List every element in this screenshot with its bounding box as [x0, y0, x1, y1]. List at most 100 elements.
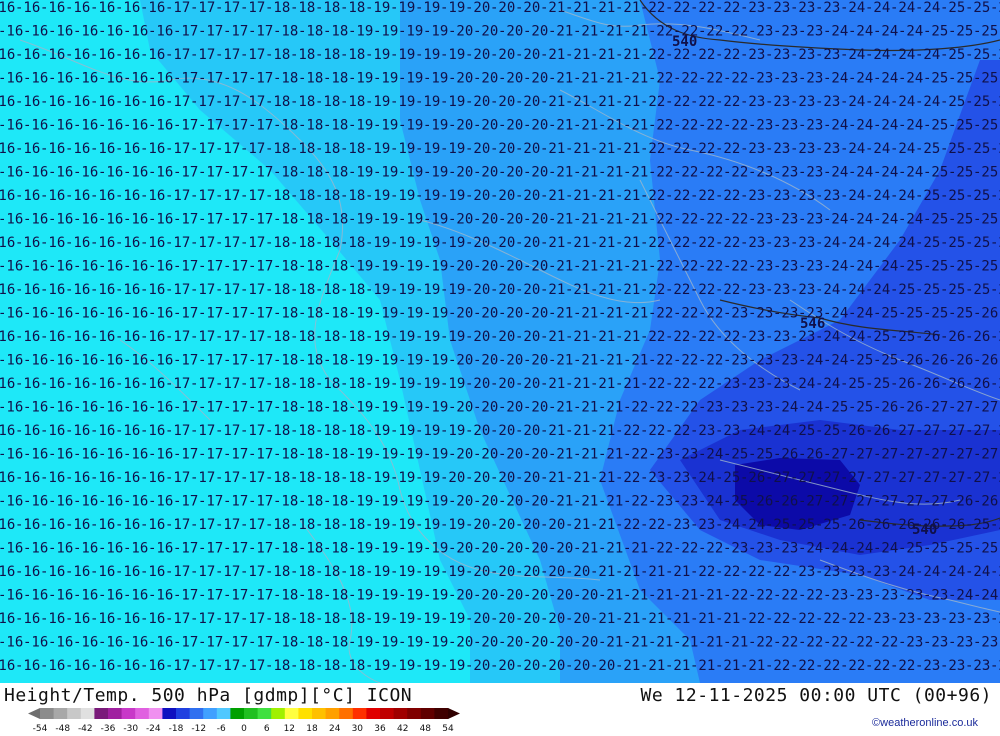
temperature-label: -22: [698, 165, 723, 181]
temperature-label: -23: [665, 517, 690, 533]
temperature-label: -23: [748, 118, 773, 134]
temperature-label: -16: [98, 24, 123, 40]
temperature-label: -18: [340, 658, 365, 674]
temperature-label: -22: [640, 517, 665, 533]
temperature-label: -25: [915, 282, 940, 298]
temperature-label: -22: [698, 541, 723, 557]
temperature-label: -18: [273, 259, 298, 275]
temperature-label: -23: [815, 47, 840, 63]
temperature-label: -23: [823, 588, 848, 604]
temperature-label: -20: [465, 282, 490, 298]
temperature-label: -22: [665, 0, 690, 16]
temperature-label: -16: [40, 376, 65, 392]
temperature-label: -21: [548, 400, 573, 416]
temperature-label: -17: [173, 118, 198, 134]
temperature-label: -21: [565, 329, 590, 345]
temperature-label: -20: [465, 235, 490, 251]
temperature-label: -16: [40, 423, 65, 439]
temperature-label: -19: [390, 376, 415, 392]
temperature-label: -17: [240, 376, 265, 392]
temperature-label: -19: [390, 470, 415, 486]
temperature-label: -16: [90, 376, 115, 392]
temperature-label: -16: [98, 494, 123, 510]
temperature-label: -22: [765, 611, 790, 627]
temperature-label: -16: [15, 470, 40, 486]
temperature-label: -21: [540, 282, 565, 298]
temperature-label: -16: [23, 400, 48, 416]
temperature-label: -23: [740, 235, 765, 251]
temperature-label: -25: [948, 71, 973, 87]
temperature-label: -26: [740, 470, 765, 486]
temperature-label: -21: [573, 24, 598, 40]
temperature-label: -23: [765, 94, 790, 110]
temperature-label: -16: [73, 71, 98, 87]
temperature-label: -24: [815, 282, 840, 298]
temperature-label: -23: [765, 282, 790, 298]
temperature-label: -18: [340, 376, 365, 392]
temperature-label: -20: [473, 71, 498, 87]
temperature-label: -16: [115, 235, 140, 251]
temperature-label: -16: [73, 165, 98, 181]
temperature-label: -22: [673, 353, 698, 369]
temperature-label: -23: [748, 306, 773, 322]
temperature-label: -26: [915, 329, 940, 345]
temperature-label: -17: [240, 141, 265, 157]
temperature-label: -21: [673, 635, 698, 651]
temperature-label: -16: [0, 282, 15, 298]
temperature-label: -16: [0, 329, 15, 345]
temperature-label: -23: [965, 611, 990, 627]
temperature-label: -17: [165, 423, 190, 439]
temperature-label: -20: [490, 188, 515, 204]
temperature-label: -22: [665, 423, 690, 439]
temperature-label: -17: [190, 282, 215, 298]
temperature-label: -19: [348, 24, 373, 40]
temperature-label: -20: [515, 188, 540, 204]
temperature-label: -20: [498, 494, 523, 510]
temperature-label: -16: [40, 235, 65, 251]
temperature-label: -27: [865, 470, 890, 486]
copyright-link[interactable]: ©weatheronline.co.uk: [872, 717, 978, 729]
temperature-label: -18: [273, 494, 298, 510]
scale-tick-label: 12: [284, 724, 295, 732]
temperature-label: -27: [873, 447, 898, 463]
temperature-label: -16: [73, 635, 98, 651]
scale-swatch: [40, 708, 55, 719]
height-contour-label: 546: [800, 316, 825, 332]
temperature-label: -25: [898, 306, 923, 322]
temperature-label: -26: [898, 353, 923, 369]
temperature-label: -21: [548, 447, 573, 463]
temperature-label: -20: [515, 658, 540, 674]
temperature-label: -25: [948, 24, 973, 40]
temperature-label: -25: [973, 541, 998, 557]
temperature-label: -20: [590, 658, 615, 674]
temperature-label: -24: [840, 329, 865, 345]
temperature-label: -23: [740, 141, 765, 157]
scale-tick-label: -12: [191, 724, 206, 732]
temperature-label: -16: [40, 188, 65, 204]
temperature-label: -19: [398, 541, 423, 557]
temperature-label: -19: [390, 282, 415, 298]
temperature-label: -19: [440, 235, 465, 251]
temperature-label: -16: [0, 494, 23, 510]
temperature-label: -16: [23, 118, 48, 134]
temperature-label: -23: [765, 188, 790, 204]
temperature-label: -17: [165, 329, 190, 345]
temperature-label: -19: [398, 118, 423, 134]
temperature-label: -16: [15, 423, 40, 439]
temperature-label: -20: [540, 564, 565, 580]
temperature-label: -18: [273, 306, 298, 322]
temperature-label: -25: [923, 541, 948, 557]
temperature-label: -25: [790, 423, 815, 439]
temperature-label: -21: [573, 71, 598, 87]
temperature-label: -16: [148, 635, 173, 651]
temperature-label: -22: [715, 564, 740, 580]
temperature-label: -23: [990, 611, 1000, 627]
temperature-label: -24: [798, 541, 823, 557]
temperature-label: -26: [990, 329, 1000, 345]
temperature-label: -19: [440, 47, 465, 63]
temperature-label: -17: [173, 494, 198, 510]
temperature-label: -21: [590, 423, 615, 439]
temperature-label: -16: [73, 24, 98, 40]
temperature-label: -20: [515, 564, 540, 580]
temperature-label: -16: [65, 47, 90, 63]
